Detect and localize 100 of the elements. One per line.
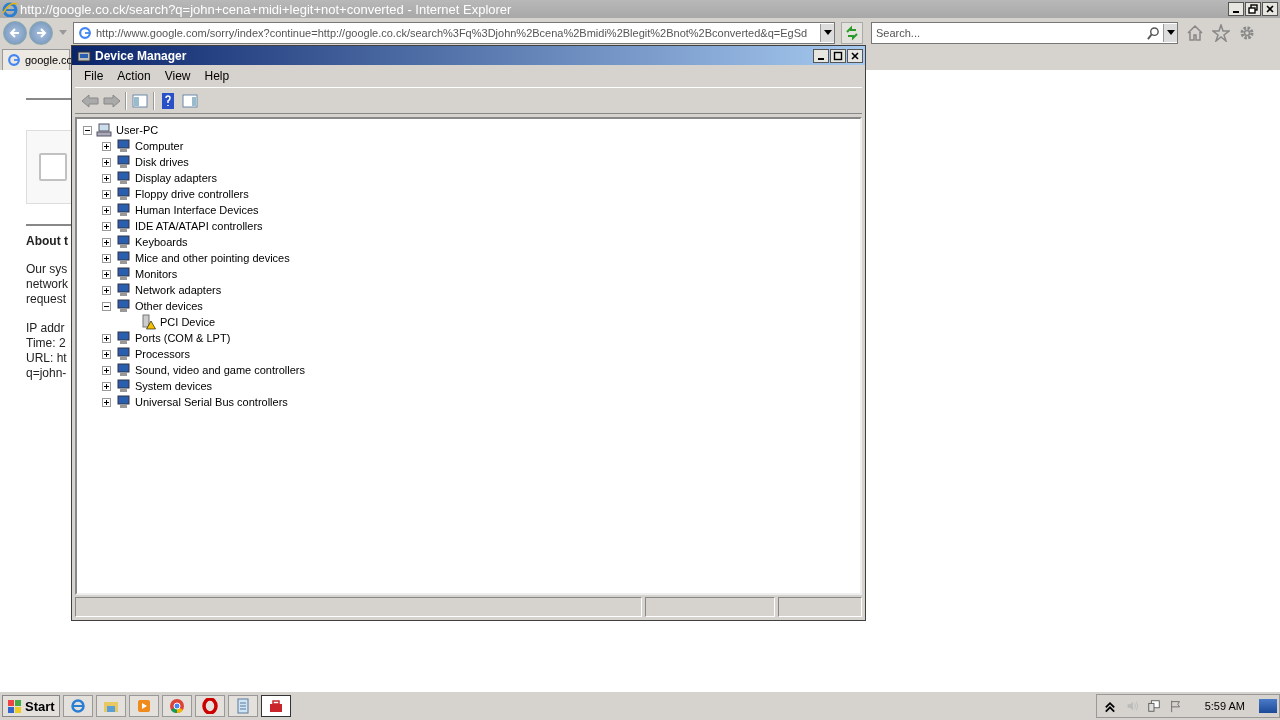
site-icon [7,53,21,67]
expand-toggle[interactable] [102,397,111,407]
expand-toggle[interactable] [102,285,111,295]
chrome-taskbar-icon[interactable] [161,695,192,717]
tree-item[interactable]: PCI Device [159,316,217,328]
close-button[interactable] [847,48,863,63]
menu-item[interactable]: View [157,69,198,83]
toolbox-taskbar-icon[interactable] [260,695,291,717]
tree-item[interactable]: Network adapters [134,284,223,296]
restore-button[interactable] [1245,2,1261,16]
tree-item[interactable]: Human Interface Devices [134,204,260,216]
page-text: Our sys [26,262,69,277]
minimize-icon [1233,11,1239,13]
network-icon[interactable] [1146,699,1161,713]
tree-item[interactable]: User-PC [115,124,160,136]
flag-icon[interactable] [1168,699,1183,713]
tree-item[interactable]: Other devices [134,300,204,312]
menu-item[interactable]: Action [110,69,158,83]
device-icon [115,138,131,154]
site-icon [78,26,92,40]
start-button[interactable]: Start [2,695,60,717]
four-squares-logo-icon [7,698,23,714]
device-icon [115,234,131,250]
expand-toggle[interactable] [102,253,111,263]
expand-toggle[interactable] [102,333,111,343]
page-text: q=john- [26,366,68,381]
tree-item[interactable]: Processors [134,348,192,360]
device-icon [115,250,131,266]
expand-toggle[interactable] [102,141,111,151]
device-icon [115,346,131,362]
browser-tab[interactable]: google.co [2,49,70,70]
device-icon [115,186,131,202]
tree-item[interactable]: IDE ATA/ATAPI controllers [134,220,264,232]
page-heading: About t [26,234,69,248]
device-icon [115,394,131,410]
expand-toggle[interactable] [102,269,111,279]
tree-item[interactable]: Floppy drive controllers [134,188,250,200]
tree-item[interactable]: System devices [134,380,214,392]
window-title: Device Manager [95,48,188,63]
tree-item[interactable]: Universal Serial Bus controllers [134,396,289,408]
collapse-toggle[interactable] [83,125,92,135]
page-text: network [26,277,70,292]
browser-logo-icon [2,1,18,17]
tab-label: google.co [25,54,73,66]
device-icon [115,154,131,170]
expand-toggle[interactable] [102,189,111,199]
minimize-button[interactable] [1228,2,1244,16]
expand-toggle[interactable] [102,221,111,231]
address-field[interactable]: http://www.google.com/sorry/index?continue=http://google.co.ck/search%3Fq%3Djohn%2Bcena%2Bmidi%2Blegit%2Bnot%2Bconverted&q=EgSd [73,22,835,44]
tree-item[interactable]: Ports (COM & LPT) [134,332,232,344]
minimize-button[interactable] [813,48,829,63]
device-icon [115,266,131,282]
device-icon [115,378,131,394]
expand-toggle[interactable] [102,349,111,359]
tree-item[interactable]: Computer [134,140,185,152]
device-icon [115,330,131,346]
page-text: URL: ht [26,351,68,366]
device-icon [115,218,131,234]
tree-item[interactable]: Mice and other pointing devices [134,252,291,264]
help-icon[interactable] [159,92,177,109]
clock[interactable]: 5:59 AM [1204,700,1245,712]
page-text: Time: 2 [26,336,67,351]
captcha-checkbox[interactable] [39,153,67,181]
forward-button[interactable] [29,21,53,45]
expand-toggle[interactable] [102,237,111,247]
page-text: IP addr [26,321,66,336]
tree-item[interactable]: Display adapters [134,172,218,184]
device-icon [115,362,131,378]
dropdown-button[interactable] [820,24,834,42]
expand-toggle[interactable] [102,365,111,375]
device-icon [115,298,131,314]
expand-toggle[interactable] [102,157,111,167]
browser-taskbar-icon[interactable] [62,695,93,717]
chevron-icon[interactable] [1102,699,1117,713]
search-field[interactable]: Search... [871,22,1178,44]
computer-icon [96,122,112,138]
caret-icon [823,30,832,36]
expand-toggle[interactable] [102,173,111,183]
opera-taskbar-icon[interactable] [194,695,225,717]
maximize-button[interactable] [830,48,846,63]
close-icon [1265,4,1275,14]
search-icon[interactable] [1147,26,1160,40]
expand-toggle[interactable] [102,205,111,215]
star-icon[interactable] [1212,24,1230,42]
tree-item[interactable]: Monitors [134,268,179,280]
dropdown-button[interactable] [1163,24,1177,42]
tree-item[interactable]: Keyboards [134,236,189,248]
window-title: http://google.co.ck/search?q=john+cena+midi+legit+not+converted - Internet Explorer [20,1,513,17]
tree-item[interactable]: Sound, video and game controllers [134,364,306,376]
page-text: request [26,292,68,307]
close-icon [850,50,860,61]
menu-item[interactable]: File [77,69,111,83]
expand-toggle[interactable] [102,381,111,391]
expand-toggle[interactable] [102,301,111,311]
menu-item[interactable]: Help [197,69,237,83]
back-button[interactable] [3,21,27,45]
caret-icon [1166,30,1175,36]
tree-item[interactable]: Disk drives [134,156,190,168]
restore-icon [1248,4,1258,14]
close-button[interactable] [1262,2,1278,16]
